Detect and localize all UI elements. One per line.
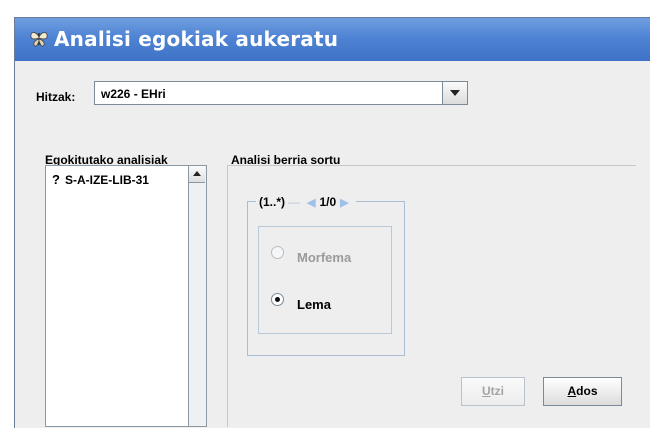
group-legend: (1..*) — ◀ 1/0 ▶ bbox=[256, 195, 356, 209]
separator-dash: — bbox=[288, 195, 301, 209]
butterfly-app-icon bbox=[30, 32, 48, 47]
unknown-marker: ? bbox=[52, 172, 60, 187]
word-label: Hitzak: bbox=[36, 90, 76, 104]
cancel-button[interactable]: Utzi bbox=[461, 377, 525, 406]
lema-label: Lema bbox=[297, 297, 331, 312]
previous-arrow-icon[interactable]: ◀ bbox=[307, 197, 315, 209]
lema-radio[interactable] bbox=[271, 293, 284, 306]
list-scrollbar[interactable] bbox=[188, 166, 206, 426]
word-select-value: w226 - EHri bbox=[101, 87, 166, 101]
page-indicator: 1/0 bbox=[319, 195, 337, 209]
scroll-up-button[interactable] bbox=[189, 166, 205, 183]
word-select-arrow-button[interactable] bbox=[442, 82, 467, 104]
chevron-up-icon bbox=[193, 171, 201, 176]
morfema-label: Morfema bbox=[297, 250, 352, 265]
cardinality-label: (1..*) bbox=[259, 195, 286, 209]
morfema-radio[interactable] bbox=[271, 246, 284, 259]
chosen-analyses-list[interactable]: ? S-A-IZE-LIB-31 bbox=[45, 165, 207, 427]
radio-selected-dot bbox=[275, 297, 280, 302]
next-button[interactable]: Ados bbox=[543, 377, 622, 406]
analysis-label: S-A-IZE-LIB-31 bbox=[64, 173, 149, 187]
chevron-down-icon bbox=[450, 90, 460, 96]
list-item[interactable]: ? S-A-IZE-LIB-31 bbox=[52, 172, 149, 187]
window-title: Analisi egokiak aukeratu bbox=[54, 27, 339, 51]
analysis-type-box bbox=[258, 226, 392, 334]
title-bar[interactable]: Analisi egokiak aukeratu bbox=[15, 18, 650, 61]
next-arrow-icon[interactable]: ▶ bbox=[340, 197, 348, 209]
word-select[interactable]: w226 - EHri bbox=[94, 81, 468, 105]
